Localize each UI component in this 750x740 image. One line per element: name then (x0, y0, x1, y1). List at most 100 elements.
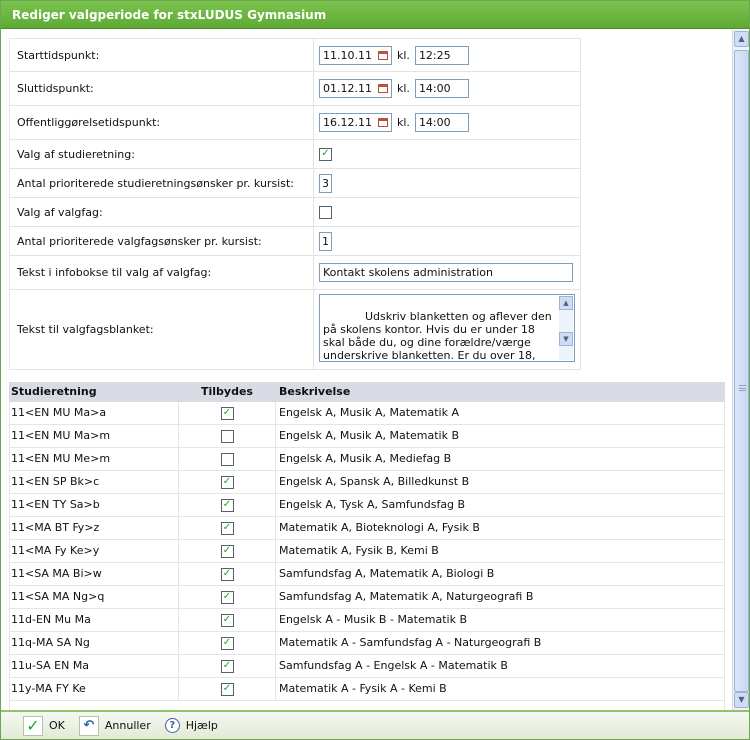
publish-date-input[interactable]: 16.12.11 (319, 113, 392, 132)
table-row: 11u-SA EN Ma ✓ Samfundsfag A - Engelsk A -… (9, 655, 725, 678)
table-row: 11<SA MA Ng>q ✓ Samfundsfag A, Matematik A… (9, 586, 725, 609)
table-row: 11<EN MU Me>m Engelsk A, Musik A, Mediefa… (9, 448, 725, 471)
table-row: 11<EN MU Ma>m Engelsk A, Musik A, Matemat… (9, 425, 725, 448)
ok-check-icon: ✓ (23, 715, 43, 736)
table-body: 11<EN MU Ma>a ✓ Engelsk A, Musik A, Matema… (9, 402, 725, 701)
form-row-study-priorities: Antal prioriterede studieretningsønsker … (9, 169, 581, 198)
form-row-elective-priorities: Antal prioriterede valgfagsønsker pr. ku… (9, 227, 581, 256)
help-label: Hjælp (185, 719, 218, 732)
form-text-textarea[interactable]: Udskriv blanketten og aflever den på sko… (319, 294, 575, 362)
row-description: Samfundsfag A - Engelsk A - Matematik B (279, 659, 508, 672)
table-row: 11<MA BT Fy>z ✓ Matematik A, Bioteknologi … (9, 517, 725, 540)
study-priorities-input[interactable]: 3 (319, 173, 332, 193)
form-text-label: Tekst til valgfagsblanket: (10, 290, 314, 369)
cancel-button[interactable]: ↶ Annuller (78, 715, 151, 736)
scroll-down-icon[interactable]: ▼ (734, 692, 749, 708)
table-row: 11<EN SP Bk>c ✓ Engelsk A, Spansk A, Bille… (9, 471, 725, 494)
row-offered-cell: ✓ (178, 655, 276, 677)
row-offered-cell: ✓ (178, 678, 276, 700)
elective-priorities-input[interactable]: 1 (319, 231, 332, 251)
textarea-scrollbar[interactable]: ▲ ▼ (559, 296, 573, 360)
offered-checkbox[interactable]: ✓ (220, 590, 234, 604)
help-button[interactable]: ? Hjælp (164, 718, 218, 733)
scroll-down-icon[interactable]: ▼ (559, 332, 573, 346)
offered-checkbox[interactable]: ✓ (220, 659, 234, 673)
cancel-label: Annuller (104, 719, 151, 732)
row-description: Matematik A - Samfundsfag A - Naturgeogr… (279, 636, 542, 649)
publish-time-input[interactable]: 14:00 (414, 113, 469, 132)
end-label: Sluttidspunkt: (10, 72, 314, 105)
offered-checkbox[interactable]: ✓ (220, 544, 234, 558)
row-description: Engelsk A, Musik A, Matematik B (279, 429, 460, 442)
scroll-up-icon[interactable]: ▲ (559, 296, 573, 310)
publish-label: Offentliggørelsetidspunkt: (10, 106, 314, 139)
ok-button[interactable]: ✓ OK (23, 715, 65, 736)
row-study: 11y-MA FY Ke (11, 682, 86, 695)
row-description: Samfundsfag A, Matematik A, Biologi B (279, 567, 495, 580)
offered-checkbox[interactable] (220, 452, 234, 466)
study-priorities-label: Antal prioriterede studieretningsønsker … (10, 169, 314, 197)
row-offered-cell: ✓ (178, 471, 276, 493)
row-description: Samfundsfag A, Matematik A, Naturgeograf… (279, 590, 534, 603)
row-study: 11<EN SP Bk>c (11, 475, 100, 488)
row-study: 11<EN MU Ma>m (11, 429, 111, 442)
dialog-content: Starttidspunkt: 11.10.11 kl. 12:25 Slutt… (1, 30, 731, 710)
offered-checkbox[interactable]: ✓ (220, 682, 234, 696)
offered-checkbox[interactable]: ✓ (220, 521, 234, 535)
calendar-icon[interactable] (378, 50, 388, 60)
form-row-end: Sluttidspunkt: 01.12.11 kl. 14:00 (9, 72, 581, 106)
calendar-icon[interactable] (378, 84, 388, 93)
row-study: 11<MA Fy Ke>y (11, 544, 100, 557)
undo-arrow-icon: ↶ (78, 715, 99, 736)
row-offered-cell: ✓ (178, 494, 276, 516)
table-row: 11<SA MA Bi>w ✓ Samfundsfag A, Matematik A… (9, 563, 725, 586)
start-label: Starttidspunkt: (10, 39, 314, 71)
row-description: Engelsk A, Musik A, Mediefag B (279, 452, 452, 465)
offered-checkbox[interactable]: ✓ (220, 406, 234, 420)
publish-date-value: 16.12.11 (323, 116, 372, 129)
dialog-footer: ✓ OK ↶ Annuller ? Hjælp (1, 710, 749, 739)
offered-checkbox[interactable]: ✓ (220, 636, 234, 650)
row-study: 11<SA MA Bi>w (11, 567, 102, 580)
row-description: Matematik A - Fysik A - Kemi B (279, 682, 447, 695)
row-description: Engelsk A, Musik A, Matematik A (279, 406, 460, 419)
end-kl-label: kl. (397, 82, 410, 95)
row-study: 11u-SA EN Ma (11, 659, 90, 672)
row-offered-cell: ✓ (178, 586, 276, 608)
start-date-value: 11.10.11 (323, 48, 372, 62)
end-date-value: 01.12.11 (323, 82, 372, 95)
ok-label: OK (49, 719, 65, 732)
scrollbar-thumb[interactable] (734, 50, 749, 692)
row-offered-cell: ✓ (178, 540, 276, 562)
scroll-up-icon[interactable]: ▲ (734, 31, 749, 47)
choose-elective-checkbox[interactable] (319, 205, 332, 219)
table-row: 11d-EN Mu Ma ✓ Engelsk A - Musik B - Matem… (9, 609, 725, 632)
end-date-input[interactable]: 01.12.11 (319, 79, 392, 98)
elective-priorities-label: Antal prioriterede valgfagsønsker pr. ku… (10, 227, 314, 255)
offered-checkbox[interactable]: ✓ (220, 613, 234, 627)
row-study: 11<MA BT Fy>z (11, 521, 100, 534)
calendar-icon[interactable] (378, 118, 388, 127)
row-offered-cell: ✓ (178, 609, 276, 631)
infobox-text-input[interactable]: Kontakt skolens administration (319, 263, 573, 282)
start-time-input[interactable]: 12:25 (414, 45, 469, 65)
study-table: Studieretning Tilbydes Beskrivelse 11<EN… (9, 382, 725, 701)
end-time-input[interactable]: 14:00 (414, 79, 469, 98)
publish-kl-label: kl. (397, 116, 410, 129)
header-description: Beskrivelse (279, 385, 351, 398)
start-date-input[interactable]: 11.10.11 (319, 45, 392, 65)
row-description: Engelsk A - Musik B - Matematik B (279, 613, 467, 626)
offered-checkbox[interactable]: ✓ (220, 567, 234, 581)
window-scrollbar[interactable]: ▲ ▼ (732, 30, 749, 710)
start-kl-label: kl. (397, 48, 410, 62)
choose-study-checkbox[interactable]: ✓ (319, 147, 332, 161)
form-row-form-text: Tekst til valgfagsblanket: Udskriv blank… (9, 290, 581, 370)
row-offered-cell: ✓ (178, 563, 276, 585)
row-offered-cell: ✓ (178, 402, 276, 424)
row-description: Engelsk A, Spansk A, Billedkunst B (279, 475, 470, 488)
offered-checkbox[interactable]: ✓ (220, 475, 234, 489)
choose-elective-label: Valg af valgfag: (10, 198, 314, 226)
form-text-value: Udskriv blanketten og aflever den på sko… (323, 310, 552, 362)
offered-checkbox[interactable] (220, 429, 234, 443)
offered-checkbox[interactable]: ✓ (220, 498, 234, 512)
